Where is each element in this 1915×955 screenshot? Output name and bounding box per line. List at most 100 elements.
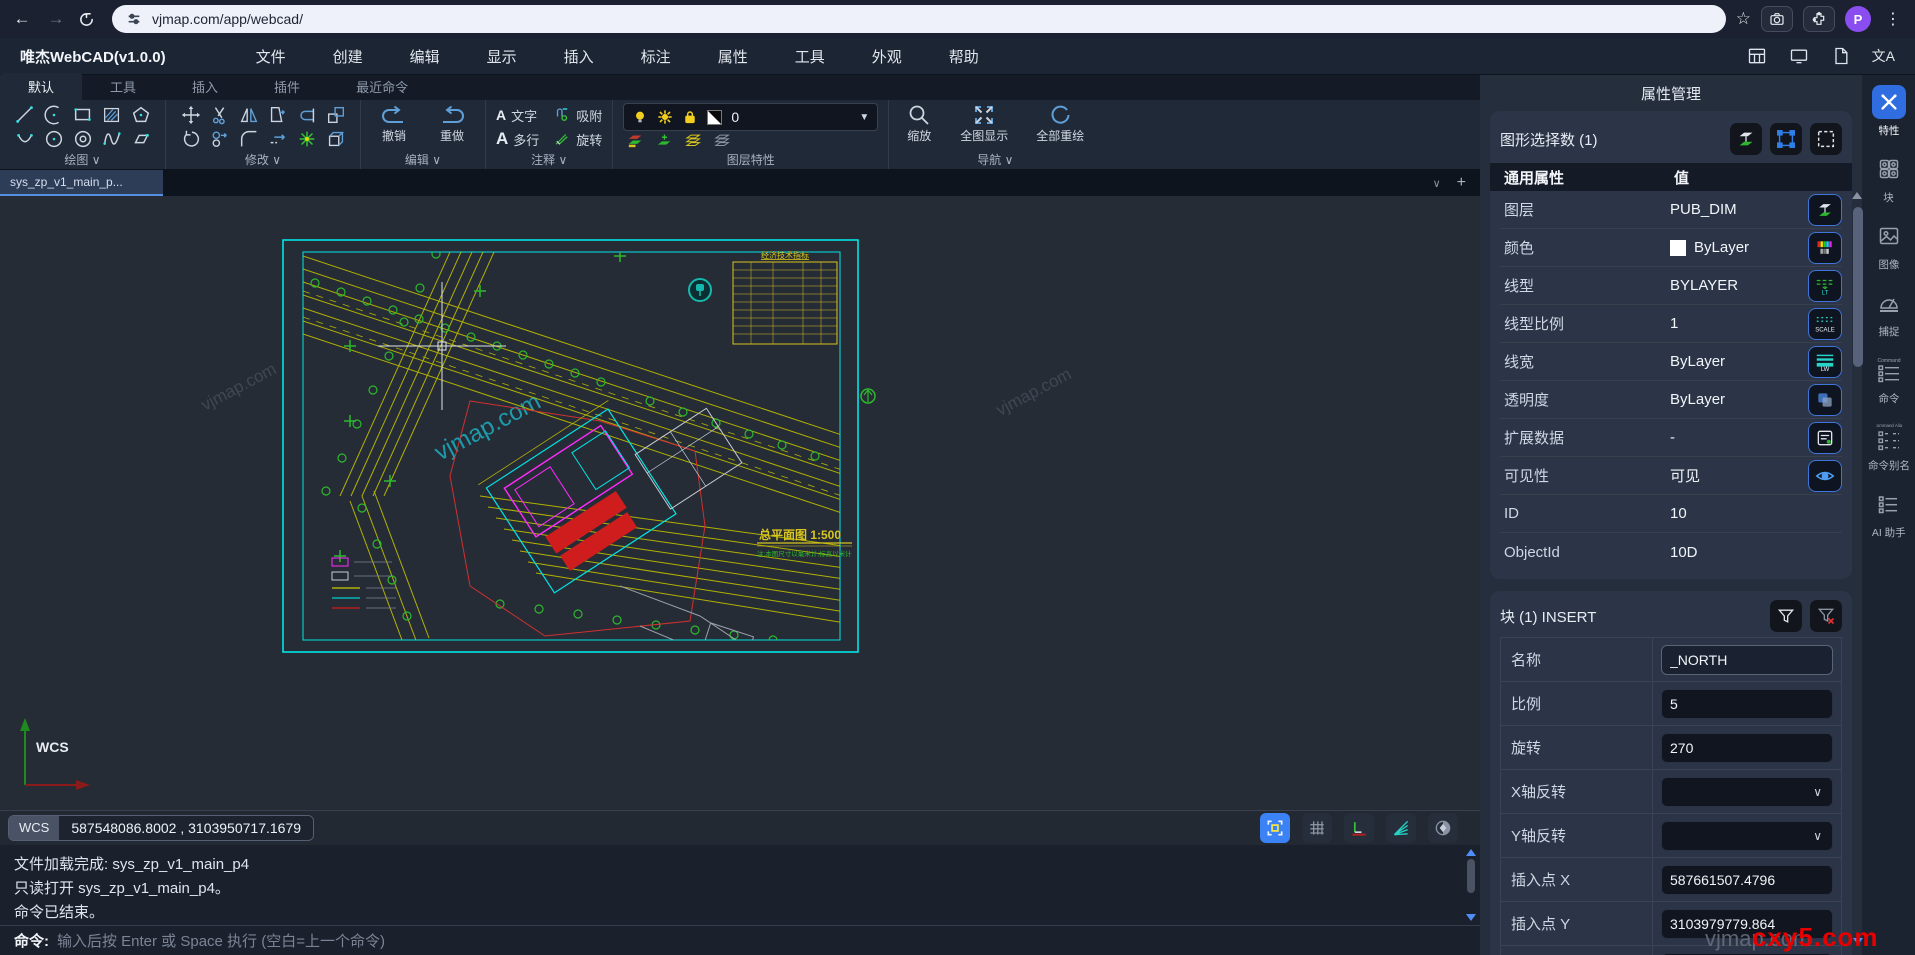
offset-tool-icon[interactable]: [267, 104, 289, 126]
plane-tool-icon[interactable]: [130, 128, 152, 150]
ribbon-tab-plugins[interactable]: 插件: [246, 73, 328, 100]
rail-item-properties[interactable]: 特性: [1872, 85, 1906, 138]
ortho-toggle[interactable]: [1344, 813, 1374, 843]
copy-tool-icon[interactable]: [209, 128, 231, 150]
menu-file[interactable]: 文件: [256, 46, 286, 67]
block-name-input[interactable]: [1661, 645, 1833, 675]
scroll-down-icon[interactable]: [1466, 914, 1476, 921]
block-scale-input[interactable]: [1661, 689, 1833, 719]
hatch-tool-icon[interactable]: [101, 104, 123, 126]
text-tool[interactable]: A文字: [496, 106, 539, 125]
polar-tracking-toggle[interactable]: [1386, 813, 1416, 843]
rotate-annotate-tool[interactable]: 旋转: [553, 130, 602, 149]
visibility-button[interactable]: [1808, 460, 1842, 492]
rail-item-command-alias[interactable]: Command Alias 命令别名: [1867, 420, 1911, 473]
grid-toggle[interactable]: [1302, 813, 1332, 843]
scroll-up-icon[interactable]: [1852, 175, 1862, 199]
zoom-button[interactable]: 缩放: [899, 103, 939, 144]
redo-button[interactable]: 重做: [429, 103, 475, 144]
screenshot-button[interactable]: [1761, 6, 1793, 32]
layer-stack-gray-icon[interactable]: [714, 133, 731, 148]
color-picker-button[interactable]: [1808, 232, 1842, 264]
draw-group-label[interactable]: 绘图 ∨: [64, 151, 100, 168]
redraw-button[interactable]: 全部重绘: [1029, 103, 1091, 144]
lineweight-button[interactable]: LW: [1808, 346, 1842, 378]
browser-back-button[interactable]: ←: [10, 9, 34, 29]
select-window-button[interactable]: [1810, 123, 1842, 155]
block-rotation-input[interactable]: [1661, 733, 1833, 763]
object-snap-toggle[interactable]: [1260, 813, 1290, 843]
ribbon-tab-recent[interactable]: 最近命令: [328, 73, 436, 100]
menu-insert[interactable]: 插入: [564, 46, 594, 67]
fillet-tool-icon[interactable]: [238, 128, 260, 150]
transparency-button[interactable]: [1808, 384, 1842, 416]
document-icon[interactable]: [1830, 46, 1852, 66]
move-tool-icon[interactable]: [180, 104, 202, 126]
mirror-tool-icon[interactable]: [238, 104, 260, 126]
edit-group-label[interactable]: 编辑 ∨: [405, 151, 441, 168]
browser-forward-button[interactable]: →: [44, 9, 68, 29]
circle-tool-icon[interactable]: [43, 128, 65, 150]
command-scrollbar[interactable]: [1465, 849, 1477, 921]
mtext-tool[interactable]: A多行: [496, 129, 539, 149]
trim-tool-icon[interactable]: [209, 104, 231, 126]
rotate-tool-icon[interactable]: [180, 128, 202, 150]
menu-appearance[interactable]: 外观: [872, 46, 902, 67]
new-tab-button[interactable]: +: [1457, 174, 1466, 192]
document-tab[interactable]: sys_zp_v1_main_p...: [0, 170, 163, 196]
spline-tool-icon[interactable]: [101, 128, 123, 150]
line-tool-icon[interactable]: [14, 104, 36, 126]
fit-view-button[interactable]: 全图显示: [953, 103, 1015, 144]
explode-tool-icon[interactable]: [296, 128, 318, 150]
menu-help[interactable]: 帮助: [949, 46, 979, 67]
rail-item-ai-assistant[interactable]: AI 助手: [1871, 487, 1906, 540]
donut-tool-icon[interactable]: [72, 128, 94, 150]
menu-properties[interactable]: 属性: [718, 46, 748, 67]
layer-stack-yellow-icon[interactable]: [685, 133, 702, 148]
rail-item-image[interactable]: 图像: [1872, 219, 1906, 272]
ribbon-tab-insert[interactable]: 插入: [164, 73, 246, 100]
bookmark-star-icon[interactable]: ☆: [1736, 9, 1751, 29]
scrollbar-thumb[interactable]: [1467, 859, 1475, 893]
arc2-tool-icon[interactable]: [14, 128, 36, 150]
layer-filter-button[interactable]: [1730, 123, 1762, 155]
rail-item-block[interactable]: 块: [1872, 152, 1906, 205]
clear-filter-button[interactable]: [1810, 600, 1842, 632]
tab-list-chevron-icon[interactable]: ∨: [1433, 177, 1441, 190]
insert-x-input[interactable]: [1661, 865, 1833, 895]
new-layer-icon[interactable]: [656, 133, 673, 148]
command-input-row[interactable]: 命令: 输入后按 Enter 或 Space 执行 (空白=上一个命令): [0, 925, 1480, 955]
x-flip-select[interactable]: ∨: [1661, 777, 1833, 807]
ribbon-tab-default[interactable]: 默认: [0, 73, 82, 100]
browser-reload-button[interactable]: [78, 11, 102, 28]
cad-canvas[interactable]: vjmap.com vjmap.com vjmap.com: [0, 196, 1480, 810]
layer-dropdown-arrow-icon[interactable]: ▼: [859, 112, 869, 123]
scrollbar-thumb[interactable]: [1853, 207, 1863, 367]
menu-dimension[interactable]: 标注: [641, 46, 671, 67]
layer-states-icon[interactable]: [627, 133, 644, 148]
browser-menu-button[interactable]: ⋮: [1881, 9, 1905, 29]
layer-picker-button[interactable]: [1808, 194, 1842, 226]
select-handles-button[interactable]: [1770, 123, 1802, 155]
polygon-tool-icon[interactable]: [130, 104, 152, 126]
undo-button[interactable]: 撤销: [371, 103, 417, 144]
modify-group-label[interactable]: 修改 ∨: [245, 151, 281, 168]
linetype-scale-button[interactable]: SCALE: [1808, 308, 1842, 340]
scale-tool-icon[interactable]: [325, 104, 347, 126]
screen-icon[interactable]: [1788, 46, 1810, 66]
layout-grid-icon[interactable]: [1746, 46, 1768, 66]
snap-tool[interactable]: 吸附: [553, 106, 602, 125]
north-block-selected[interactable]: [861, 389, 875, 403]
menu-tools[interactable]: 工具: [795, 46, 825, 67]
annotate-group-label[interactable]: 注释 ∨: [531, 151, 567, 168]
address-bar[interactable]: vjmap.com/app/webcad/: [112, 5, 1726, 33]
stretch-tool-icon[interactable]: [267, 128, 289, 150]
scroll-up-icon[interactable]: [1466, 849, 1476, 856]
menu-create[interactable]: 创建: [333, 46, 363, 67]
panel-scrollbar[interactable]: [1852, 175, 1864, 945]
rectangle-tool-icon[interactable]: [72, 104, 94, 126]
rail-item-command[interactable]: Command 命令: [1872, 353, 1906, 406]
extensions-button[interactable]: [1803, 6, 1835, 32]
y-flip-select[interactable]: ∨: [1661, 821, 1833, 851]
box-tool-icon[interactable]: [325, 128, 347, 150]
